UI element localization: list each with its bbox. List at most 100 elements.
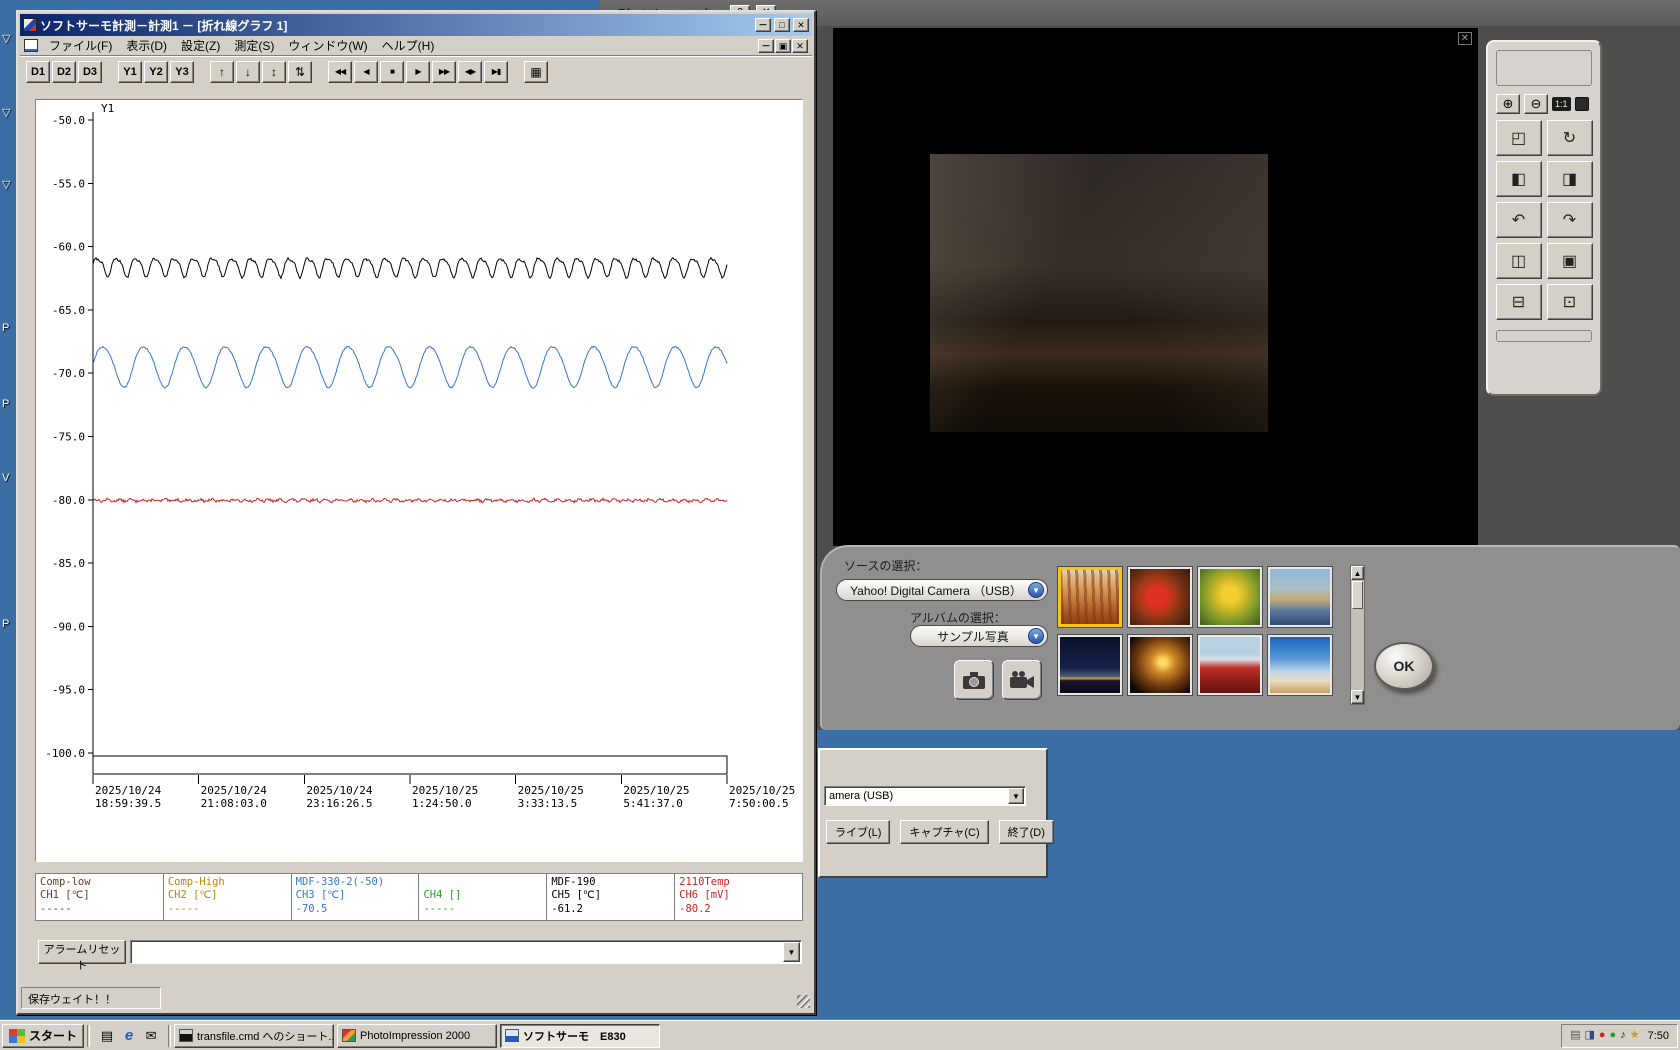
album-select-dropdown[interactable]: サンプル写真 ▼: [910, 625, 1048, 647]
task-photoimpression[interactable]: PhotoImpression 2000: [337, 1023, 498, 1048]
palette-grip[interactable]: [1496, 50, 1592, 86]
task-icon: [179, 1029, 194, 1042]
thumbnail-rock-spires[interactable]: [1058, 567, 1122, 627]
scroll-up-icon[interactable]: ▲: [1351, 566, 1364, 580]
mdi-close-button[interactable]: ✕: [792, 38, 808, 53]
minimize-button[interactable]: －: [755, 18, 771, 32]
scroll-down-button[interactable]: ↓: [236, 60, 260, 83]
paste-button[interactable]: ▣: [1546, 243, 1593, 279]
step-back-button[interactable]: ◀: [354, 60, 378, 83]
menu-item[interactable]: 測定(S): [227, 35, 281, 56]
desktop-icon-fragment[interactable]: P: [2, 322, 9, 334]
desktop-icon-fragment[interactable]: ▽: [2, 106, 10, 119]
chevron-down-icon[interactable]: ▼: [1028, 628, 1044, 644]
duplicate-page-tool-button[interactable]: ◨: [1546, 161, 1593, 197]
device-tray-icon[interactable]: ◨: [1584, 1030, 1594, 1041]
step-forward-button[interactable]: ▶: [406, 60, 430, 83]
internet-explorer-icon[interactable]: e: [119, 1026, 139, 1046]
updates-tray-icon[interactable]: ★: [1630, 1030, 1640, 1041]
toolbar-d3-button[interactable]: D3: [78, 60, 102, 83]
mail-icon[interactable]: ✉: [141, 1026, 161, 1046]
mdi-minimize-button[interactable]: －: [758, 38, 774, 53]
expand-scale-button[interactable]: ↕: [262, 60, 286, 83]
view-mode-icon[interactable]: [1574, 97, 1589, 111]
menu-item[interactable]: 表示(D): [119, 35, 174, 56]
chevron-down-icon[interactable]: ▼: [1028, 582, 1044, 598]
ok-button[interactable]: OK: [1374, 642, 1434, 690]
rewind-button[interactable]: ◀◀: [328, 60, 352, 83]
start-button[interactable]: スタート: [2, 1023, 85, 1048]
desktop-icon-fragment[interactable]: ▽: [2, 178, 10, 191]
toolbar-y2-button[interactable]: Y2: [144, 60, 168, 83]
status-tray-icon[interactable]: ●: [1610, 1030, 1617, 1041]
menu-item[interactable]: 設定(Z): [174, 35, 227, 56]
thumbnail-beach-sky[interactable]: [1268, 635, 1332, 695]
palette-grip-bottom[interactable]: [1496, 330, 1592, 342]
thumbnail-lighthouse-ship[interactable]: [1198, 635, 1262, 695]
chevron-down-icon[interactable]: ▼: [783, 942, 800, 962]
data-table-button[interactable]: ▦: [524, 60, 548, 83]
desktop-icon-fragment[interactable]: P: [2, 618, 9, 630]
stop-button[interactable]: ■: [380, 60, 404, 83]
desktop-icon-fragment[interactable]: P: [2, 398, 9, 410]
toolbar-d1-button[interactable]: D1: [26, 60, 50, 83]
alert-tray-icon[interactable]: ●: [1599, 1030, 1606, 1041]
alarm-history-combobox[interactable]: ▼: [130, 940, 802, 964]
desktop-icon-fragment[interactable]: V: [2, 472, 9, 484]
menu-item[interactable]: ファイル(F): [42, 35, 119, 56]
undo-button[interactable]: ↶: [1495, 202, 1542, 238]
toolbar-y1-button[interactable]: Y1: [118, 60, 142, 83]
desktop-icon-fragment[interactable]: ▽: [2, 32, 10, 45]
scroll-up-button[interactable]: ↑: [210, 60, 234, 83]
chevron-down-icon[interactable]: ▼: [1008, 788, 1024, 804]
preview-close-icon[interactable]: ✕: [1457, 32, 1472, 45]
toolbar-y3-button[interactable]: Y3: [170, 60, 194, 83]
camera-icon: [963, 672, 985, 689]
thumbnail-yellow-flowers[interactable]: [1198, 567, 1262, 627]
menu-item[interactable]: ヘルプ(H): [375, 35, 442, 56]
camera-source-combobox[interactable]: amera (USB) ▼: [824, 786, 1026, 806]
thumbnail-scrollbar[interactable]: ▲ ▼: [1350, 565, 1365, 705]
resize-tool-button[interactable]: ◰: [1495, 120, 1542, 156]
live-button[interactable]: ライブ(L): [826, 820, 891, 844]
maximize-button[interactable]: □: [774, 18, 790, 32]
capture-button[interactable]: キャプチャ(C): [900, 820, 989, 844]
go-to-end-button[interactable]: ▶▮: [484, 60, 508, 83]
task-transfile-cmd[interactable]: transfile.cmd へのショート...: [174, 1023, 335, 1048]
scrollbar-thumb[interactable]: [1352, 581, 1363, 609]
printer-tray-icon[interactable]: ▤: [1570, 1030, 1580, 1041]
softthermo-titlebar[interactable]: ソフトサーモ計測－計測1 － [折れ線グラフ 1] － □ ✕: [20, 14, 812, 36]
capture-photo-button[interactable]: [954, 660, 994, 700]
task-softthermo[interactable]: ソフトサーモ E830: [500, 1023, 661, 1048]
compress-scale-button[interactable]: ⇅: [288, 60, 312, 83]
flip-horizontal-tool-button[interactable]: ◧: [1495, 161, 1542, 197]
zoom-in-button[interactable]: ⊕: [1496, 94, 1520, 114]
zoom-out-button[interactable]: ⊖: [1524, 94, 1548, 114]
thumbnail-fiber-optics[interactable]: [1128, 635, 1192, 695]
close-button[interactable]: ✕: [793, 18, 809, 32]
graph-document-icon[interactable]: [24, 39, 38, 52]
frame-button[interactable]: ⊡: [1546, 284, 1593, 320]
toolbar-d2-button[interactable]: D2: [52, 60, 76, 83]
mdi-restore-button[interactable]: ▣: [775, 38, 791, 53]
alarm-reset-button[interactable]: アラームリセット: [38, 940, 126, 972]
thumbnail-harbor-town[interactable]: [1268, 567, 1332, 627]
volume-tray-icon[interactable]: ♪: [1620, 1030, 1626, 1041]
capture-video-button[interactable]: [1002, 660, 1042, 700]
scan-button[interactable]: ⊟: [1495, 284, 1542, 320]
span-button[interactable]: ◀▶: [458, 60, 482, 83]
thumbnail-cardinal-bird[interactable]: [1128, 567, 1192, 627]
rotate-tool-button[interactable]: ↻: [1546, 120, 1593, 156]
show-desktop-icon[interactable]: ▤: [97, 1026, 117, 1046]
fast-forward-button[interactable]: ▶▶: [432, 60, 456, 83]
scroll-down-icon[interactable]: ▼: [1351, 690, 1364, 704]
svg-text:-55.0: -55.0: [52, 177, 85, 190]
copy-button[interactable]: ◫: [1495, 243, 1542, 279]
source-select-dropdown[interactable]: Yahoo! Digital Camera （USB） ▼: [836, 579, 1048, 601]
exit-button[interactable]: 終了(D): [998, 820, 1054, 844]
redo-button[interactable]: ↷: [1546, 202, 1593, 238]
resize-grip[interactable]: [797, 995, 810, 1008]
thumbnail-night-city[interactable]: [1058, 635, 1122, 695]
menu-item[interactable]: ウィンドウ(W): [281, 35, 374, 56]
legend-cell: MDF-190 CH5 [℃] -61.2: [546, 874, 674, 920]
